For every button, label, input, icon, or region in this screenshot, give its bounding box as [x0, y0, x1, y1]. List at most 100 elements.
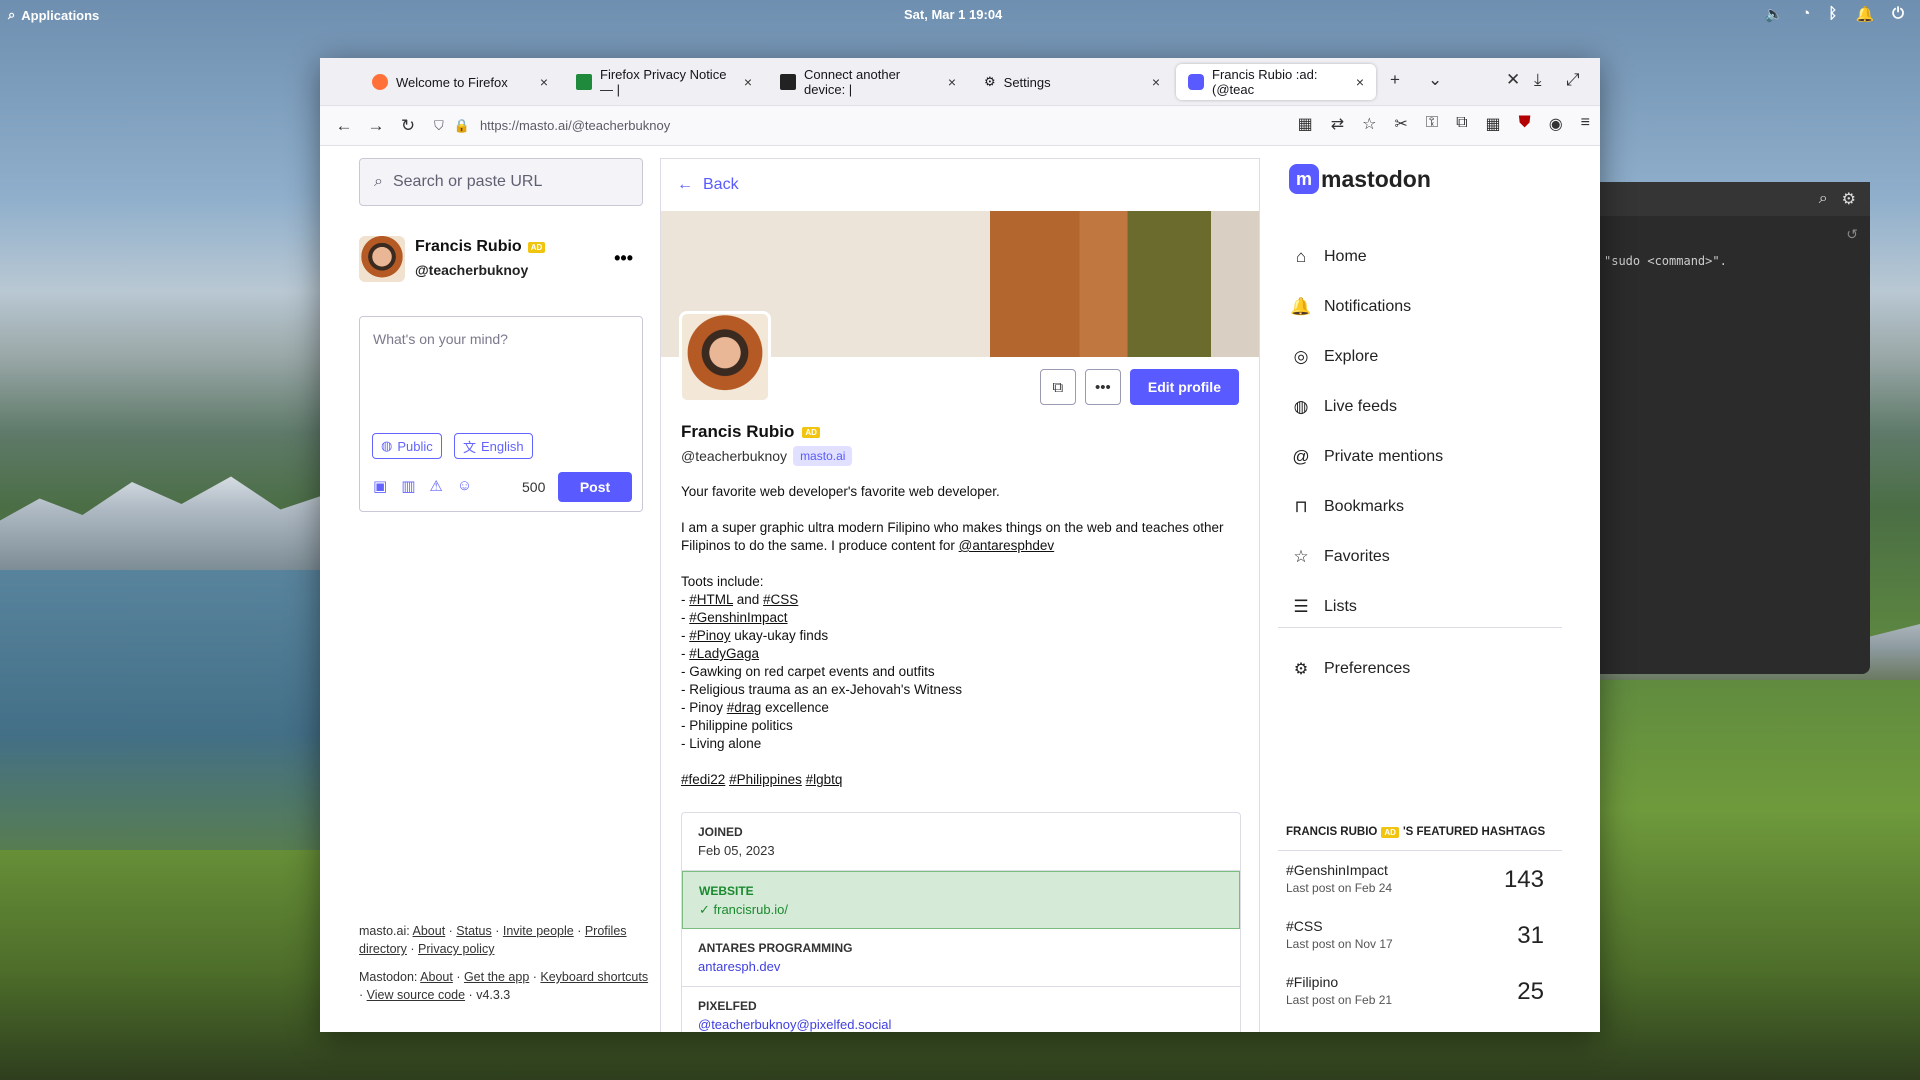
user-handle[interactable]: @teacherbuknoy — [415, 262, 528, 278]
nav-bookmarks[interactable]: ⊓ Bookmarks — [1290, 482, 1443, 532]
tab-list-icon[interactable]: ⌄ — [1428, 70, 1442, 90]
edit-profile-button[interactable]: Edit profile — [1129, 369, 1239, 405]
nav-explore[interactable]: ◎ Explore — [1290, 332, 1443, 382]
website-link[interactable]: francisrub.io/ — [714, 902, 788, 917]
field-joined: JOINED Feb 05, 2023 — [682, 813, 1240, 871]
copy-link-button[interactable]: ⧉ — [1039, 369, 1076, 405]
featured-hashtag[interactable]: #GenshinImpact Last post on Feb 24 143 — [1286, 862, 1556, 912]
new-tab-icon[interactable]: + — [1390, 70, 1400, 90]
search-icon[interactable]: ⌕ — [1819, 190, 1828, 208]
close-icon[interactable]: × — [1152, 74, 1160, 90]
footer-about-link[interactable]: About — [413, 924, 446, 938]
clock[interactable]: Sat, Mar 1 19:04 — [904, 7, 1002, 22]
mastodon-logo[interactable]: m mastodon — [1289, 164, 1431, 194]
apps-icon[interactable]: ▦ — [1486, 114, 1501, 134]
nav-bar: ← → ↻ ⛉ 🔒 https://masto.ai/@teacherbuknoy … — [320, 106, 1600, 146]
screenshot-icon[interactable]: ✂ — [1395, 114, 1408, 134]
more-button[interactable]: ••• — [1084, 369, 1121, 405]
close-window-icon[interactable]: ✕ — [1506, 70, 1520, 90]
footer-invite-link[interactable]: Invite people — [503, 924, 574, 938]
hashtag-link[interactable]: #GenshinImpact — [689, 610, 787, 625]
download-icon[interactable]: ⤓ — [1534, 70, 1542, 90]
tab-welcome[interactable]: Welcome to Firefox × — [360, 64, 560, 100]
menu-icon[interactable]: ≡ — [1581, 114, 1590, 134]
close-icon[interactable]: × — [1356, 74, 1364, 90]
footer-get-app-link[interactable]: Get the app — [464, 970, 529, 984]
pixelfed-link[interactable]: @teacherbuknoy@pixelfed.social — [698, 1017, 1224, 1032]
system-tray[interactable]: 🔈 ◔ ᛒ 🔔 ⏻ — [1765, 5, 1904, 23]
toolbar-icons: ▦ ⇄ ☆ ✂ ⚿ ⧉ ▦ ⛊ ◉ ≡ — [1298, 114, 1590, 134]
applications-menu[interactable]: ⌕ Applications — [8, 7, 99, 23]
url-bar[interactable]: ⛉ 🔒 https://masto.ai/@teacherbuknoy — [434, 118, 670, 134]
close-icon[interactable]: × — [948, 74, 956, 90]
hashtag-link[interactable]: #HTML — [689, 592, 733, 607]
fullscreen-icon[interactable]: ⤢ — [1566, 70, 1580, 90]
notification-bell-icon[interactable]: 🔔 — [1855, 5, 1874, 23]
power-icon[interactable]: ⏻ — [1892, 5, 1904, 23]
grid-icon[interactable]: ▦ — [1298, 114, 1313, 134]
nav-private-mentions[interactable]: @ Private mentions — [1290, 432, 1443, 482]
profile-avatar[interactable] — [679, 311, 771, 403]
compose-input[interactable]: What's on your mind? — [373, 331, 508, 347]
more-icon[interactable]: ••• — [614, 248, 633, 269]
poll-icon[interactable]: ▥ — [401, 477, 415, 495]
featured-hashtag[interactable]: #Filipino Last post on Feb 21 25 — [1286, 974, 1556, 1024]
close-icon[interactable]: × — [540, 74, 548, 90]
tab-privacy[interactable]: Firefox Privacy Notice — | × — [564, 64, 764, 100]
back-arrow-icon[interactable]: ← — [328, 110, 360, 142]
language-button[interactable]: 文 English — [454, 433, 533, 459]
gear-icon[interactable]: ⚙ — [1842, 189, 1856, 209]
account-avatar-icon[interactable]: ◉ — [1549, 114, 1563, 134]
key-icon[interactable]: ⚿ — [1426, 114, 1438, 134]
hashtag-link[interactable]: #LadyGaga — [689, 646, 759, 661]
hashtag-link[interactable]: #drag — [727, 700, 762, 715]
post-button[interactable]: Post — [558, 472, 632, 502]
translate-icon[interactable]: ⇄ — [1331, 114, 1344, 134]
bot-badge: AD — [1381, 826, 1399, 838]
hashtag-link[interactable]: #lgbtq — [806, 772, 843, 787]
nav-favorites[interactable]: ☆ Favorites — [1290, 532, 1443, 582]
forward-arrow-icon[interactable]: → — [360, 110, 392, 142]
history-icon[interactable]: ↺ — [1846, 226, 1858, 243]
hashtag-link[interactable]: #Philippines — [729, 772, 802, 787]
featured-hashtag[interactable]: #CSS Last post on Nov 17 31 — [1286, 918, 1556, 968]
footer-mastodon-about-link[interactable]: About — [420, 970, 453, 984]
hashtag-link[interactable]: #Pinoy — [689, 628, 730, 643]
ublock-icon[interactable]: ⛊ — [1519, 114, 1531, 134]
hashtag-link[interactable]: #CSS — [763, 592, 798, 607]
hashtag-link[interactable]: #fedi22 — [681, 772, 725, 787]
close-icon[interactable]: × — [744, 74, 752, 90]
star-icon[interactable]: ☆ — [1362, 114, 1376, 134]
nav-lists[interactable]: ☰ Lists — [1290, 582, 1443, 632]
search-input[interactable]: ⌕ Search or paste URL — [359, 158, 643, 206]
user-name[interactable]: Francis Rubio — [415, 238, 522, 256]
domain-badge[interactable]: masto.ai — [793, 446, 853, 466]
tab-profile[interactable]: Francis Rubio :ad: (@teac × — [1176, 64, 1376, 100]
warning-icon[interactable]: ⚠ — [429, 477, 442, 495]
footer-status-link[interactable]: Status — [456, 924, 491, 938]
nav-home[interactable]: ⌂ Home — [1290, 232, 1443, 282]
visibility-button[interactable]: ◍ Public — [372, 433, 442, 459]
terminal-window[interactable]: ⌕ ⚙ ↺ "sudo <command>". — [1560, 182, 1870, 674]
emoji-icon[interactable]: ☺ — [457, 477, 472, 495]
reload-icon[interactable]: ↻ — [392, 110, 424, 142]
volume-icon[interactable]: 🔈 — [1765, 5, 1784, 23]
nav-notifications[interactable]: 🔔 Notifications — [1290, 282, 1443, 332]
footer-shortcuts-link[interactable]: Keyboard shortcuts — [540, 970, 648, 984]
nav-live-feeds[interactable]: ◍ Live feeds — [1290, 382, 1443, 432]
avatar[interactable] — [359, 236, 405, 282]
tab-settings[interactable]: ⚙ Settings × — [972, 64, 1172, 100]
extension-icon[interactable]: ⧉ — [1456, 114, 1467, 134]
image-icon[interactable]: ▣ — [373, 477, 387, 495]
compose-box[interactable]: What's on your mind? ◍ Public 文 English ▣ … — [359, 316, 643, 512]
back-button[interactable]: ← Back — [661, 159, 1259, 211]
footer-privacy-link[interactable]: Privacy policy — [418, 942, 494, 956]
tab-connect-device[interactable]: Connect another device: | × — [768, 64, 968, 100]
footer-source-link[interactable]: View source code — [367, 988, 465, 1002]
nav-preferences[interactable]: ⚙ Preferences — [1290, 654, 1410, 684]
bluetooth-icon[interactable]: ᛒ — [1828, 5, 1837, 23]
wifi-icon[interactable]: ◔ — [1801, 5, 1810, 23]
antares-link[interactable]: antaresph.dev — [698, 959, 1224, 974]
mention-link[interactable]: @antaresphdev — [959, 538, 1055, 553]
profile-column: ← Back ⧉ ••• Edit profile Francis Rubio AD… — [660, 158, 1260, 1032]
